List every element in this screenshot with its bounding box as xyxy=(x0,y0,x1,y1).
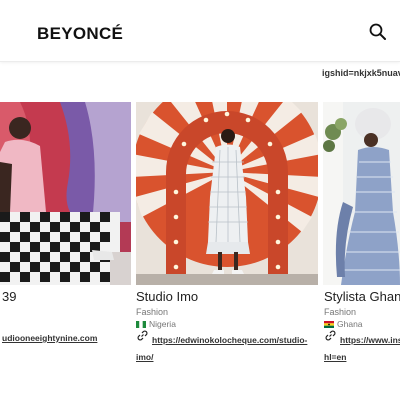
card-website-link[interactable]: https://edwinokolocheque.com/studio- xyxy=(152,335,307,345)
ghana-flag-icon xyxy=(324,320,334,328)
nigeria-flag-icon xyxy=(136,320,146,328)
card-category: Fashion xyxy=(136,307,169,317)
previous-card-link-tail[interactable]: igshid=nkjxk5nuav xyxy=(322,68,400,78)
card-title[interactable]: Studio Imo xyxy=(136,289,198,304)
card-title[interactable]: 39 xyxy=(2,289,16,304)
card-category: Fashion xyxy=(324,307,357,317)
card-country: Nigeria xyxy=(136,319,176,329)
card-website-link[interactable]: udiooneeightynine.com xyxy=(2,333,97,343)
link-icon xyxy=(137,330,148,341)
card-image[interactable] xyxy=(0,102,131,285)
card-country: Ghana xyxy=(324,319,363,329)
card-image[interactable] xyxy=(136,102,318,285)
card-country-label: Ghana xyxy=(337,319,363,329)
card-website-link-continued[interactable]: hl=en xyxy=(324,352,346,362)
search-button[interactable] xyxy=(368,22,388,42)
top-header: BEYONCÉ xyxy=(0,0,400,62)
card-website-link-continued[interactable]: imo/ xyxy=(136,352,153,362)
card-title[interactable]: Stylista Ghan xyxy=(324,289,400,304)
link-icon xyxy=(325,330,336,341)
card-country-label: Nigeria xyxy=(149,319,176,329)
card-website-link[interactable]: https://www.ins xyxy=(340,335,400,345)
site-logo[interactable]: BEYONCÉ xyxy=(37,24,123,44)
search-icon xyxy=(369,23,386,40)
card-image[interactable] xyxy=(323,102,400,285)
